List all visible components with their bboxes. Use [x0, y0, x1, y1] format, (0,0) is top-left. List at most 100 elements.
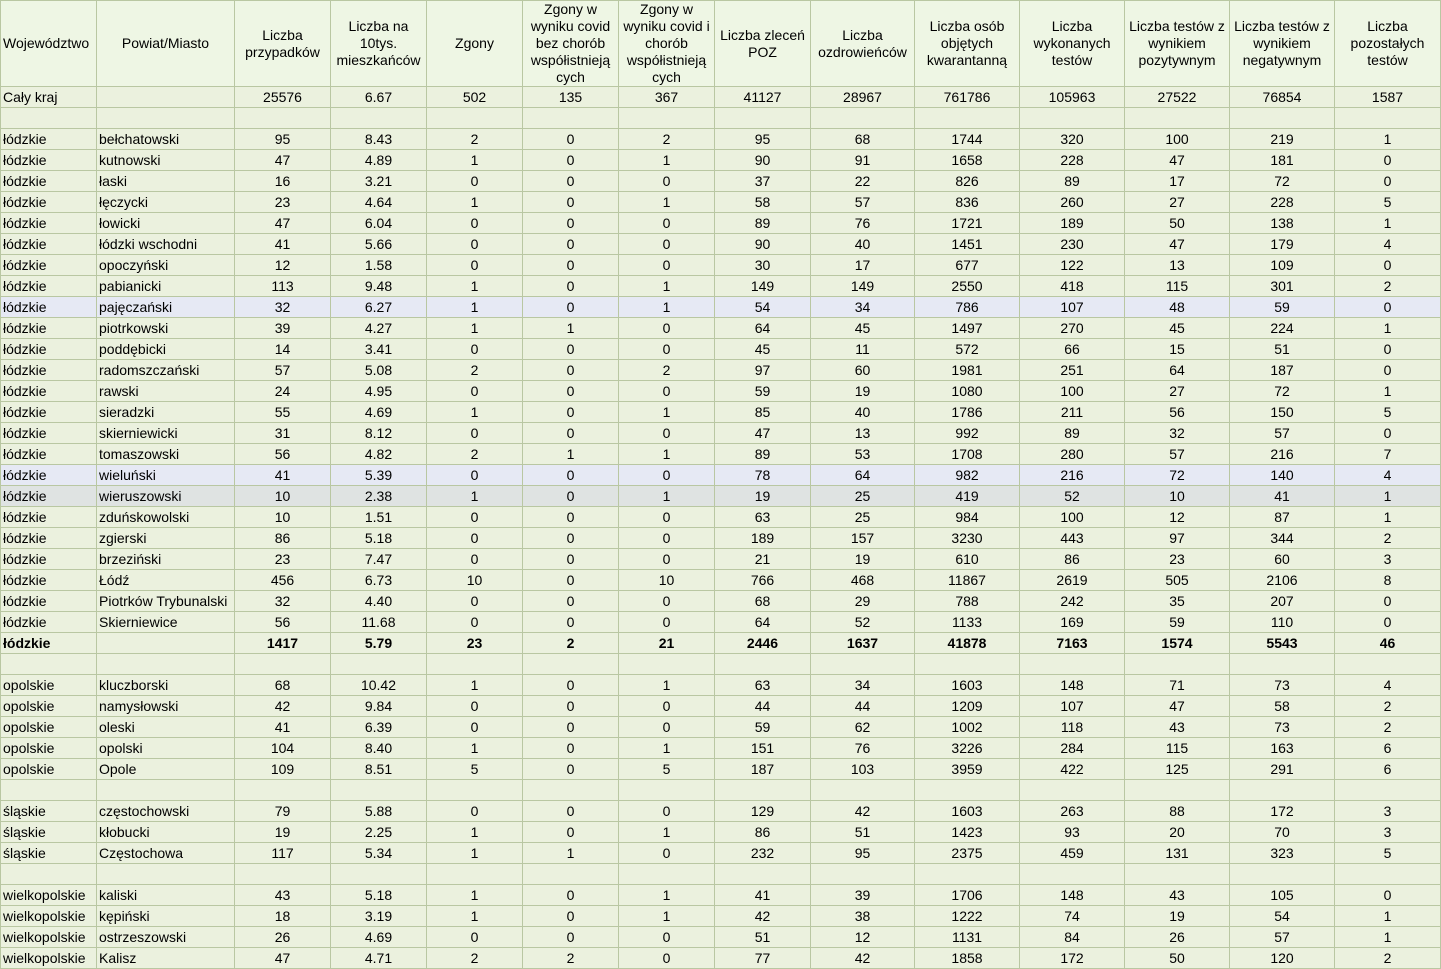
- table-cell[interactable]: 788: [914, 590, 1020, 612]
- table-cell[interactable]: 135: [522, 86, 619, 108]
- table-cell[interactable]: łódzkie: [0, 527, 97, 549]
- table-cell[interactable]: tomaszowski: [96, 443, 235, 465]
- table-cell[interactable]: wielkopolskie: [0, 884, 97, 906]
- table-cell[interactable]: 5: [1334, 191, 1441, 213]
- table-cell[interactable]: 1417: [234, 632, 331, 654]
- table-cell[interactable]: 45: [714, 338, 811, 360]
- table-cell[interactable]: 100: [1124, 128, 1230, 150]
- table-cell[interactable]: łódzkie: [0, 632, 97, 654]
- table-cell[interactable]: 1.51: [330, 506, 427, 528]
- table-cell[interactable]: 43: [1124, 716, 1230, 738]
- table-cell[interactable]: 34: [810, 674, 915, 696]
- table-cell[interactable]: 66: [1019, 338, 1125, 360]
- table-cell[interactable]: [96, 863, 235, 885]
- table-cell[interactable]: 4.40: [330, 590, 427, 612]
- table-cell[interactable]: 76854: [1229, 86, 1335, 108]
- table-cell[interactable]: łódzkie: [0, 401, 97, 423]
- table-cell[interactable]: 786: [914, 296, 1020, 318]
- table-cell[interactable]: 0: [522, 695, 619, 717]
- table-cell[interactable]: łowicki: [96, 212, 235, 234]
- table-cell[interactable]: 118: [1019, 716, 1125, 738]
- table-cell[interactable]: [426, 863, 523, 885]
- table-cell[interactable]: 56: [1124, 401, 1230, 423]
- table-cell[interactable]: 151: [714, 737, 811, 759]
- table-cell[interactable]: wielkopolskie: [0, 947, 97, 969]
- table-cell[interactable]: 0: [522, 233, 619, 255]
- table-cell[interactable]: [1019, 863, 1125, 885]
- table-cell[interactable]: 0: [426, 506, 523, 528]
- table-cell[interactable]: 1: [1334, 506, 1441, 528]
- table-cell[interactable]: 3230: [914, 527, 1020, 549]
- table-cell[interactable]: 0: [522, 926, 619, 948]
- column-header[interactable]: Województwo: [0, 0, 97, 87]
- table-cell[interactable]: 1423: [914, 821, 1020, 843]
- table-cell[interactable]: 1: [618, 443, 715, 465]
- table-cell[interactable]: 27: [1124, 380, 1230, 402]
- table-cell[interactable]: 1: [426, 149, 523, 171]
- table-cell[interactable]: 30: [714, 254, 811, 276]
- table-cell[interactable]: 1: [426, 485, 523, 507]
- table-cell[interactable]: 16: [234, 170, 331, 192]
- table-cell[interactable]: 26: [234, 926, 331, 948]
- table-cell[interactable]: 9.48: [330, 275, 427, 297]
- table-cell[interactable]: 3: [1334, 548, 1441, 570]
- table-cell[interactable]: 42: [810, 947, 915, 969]
- table-cell[interactable]: 219: [1229, 128, 1335, 150]
- table-cell[interactable]: [1229, 863, 1335, 885]
- table-cell[interactable]: 73: [1229, 674, 1335, 696]
- table-cell[interactable]: 50: [1124, 212, 1230, 234]
- table-cell[interactable]: 0: [618, 548, 715, 570]
- table-cell[interactable]: 0: [618, 338, 715, 360]
- table-cell[interactable]: 95: [714, 128, 811, 150]
- table-cell[interactable]: 25: [810, 485, 915, 507]
- table-cell[interactable]: [426, 779, 523, 801]
- table-cell[interactable]: 1658: [914, 149, 1020, 171]
- table-cell[interactable]: 1: [1334, 485, 1441, 507]
- table-cell[interactable]: 0: [426, 212, 523, 234]
- table-cell[interactable]: 45: [1124, 317, 1230, 339]
- table-cell[interactable]: 1: [618, 149, 715, 171]
- table-cell[interactable]: [914, 107, 1020, 129]
- table-cell[interactable]: 104: [234, 737, 331, 759]
- table-cell[interactable]: 72: [1229, 170, 1335, 192]
- table-cell[interactable]: 2: [1334, 275, 1441, 297]
- table-cell[interactable]: 42: [714, 905, 811, 927]
- table-cell[interactable]: 29: [810, 590, 915, 612]
- table-cell[interactable]: 129: [714, 800, 811, 822]
- table-cell[interactable]: 35: [1124, 590, 1230, 612]
- table-cell[interactable]: 4.95: [330, 380, 427, 402]
- column-header[interactable]: Powiat/Miasto: [96, 0, 235, 87]
- table-cell[interactable]: 0: [522, 569, 619, 591]
- table-cell[interactable]: łaski: [96, 170, 235, 192]
- table-cell[interactable]: [1124, 863, 1230, 885]
- table-cell[interactable]: 3.19: [330, 905, 427, 927]
- table-cell[interactable]: 0: [618, 380, 715, 402]
- table-cell[interactable]: 836: [914, 191, 1020, 213]
- table-cell[interactable]: 179: [1229, 233, 1335, 255]
- table-cell[interactable]: 1002: [914, 716, 1020, 738]
- table-cell[interactable]: 20: [1124, 821, 1230, 843]
- table-cell[interactable]: 572: [914, 338, 1020, 360]
- table-cell[interactable]: 58: [1229, 695, 1335, 717]
- table-cell[interactable]: 0: [618, 317, 715, 339]
- table-cell[interactable]: 3: [1334, 821, 1441, 843]
- table-cell[interactable]: [96, 107, 235, 129]
- table-cell[interactable]: 2: [522, 632, 619, 654]
- table-cell[interactable]: 1080: [914, 380, 1020, 402]
- table-cell[interactable]: 19: [810, 380, 915, 402]
- table-cell[interactable]: 148: [1019, 884, 1125, 906]
- table-cell[interactable]: 59: [1229, 296, 1335, 318]
- table-cell[interactable]: 56: [234, 611, 331, 633]
- table-cell[interactable]: 0: [618, 233, 715, 255]
- table-cell[interactable]: 230: [1019, 233, 1125, 255]
- table-cell[interactable]: 0: [618, 506, 715, 528]
- table-cell[interactable]: 610: [914, 548, 1020, 570]
- table-cell[interactable]: 1708: [914, 443, 1020, 465]
- table-cell[interactable]: [330, 653, 427, 675]
- table-cell[interactable]: 3226: [914, 737, 1020, 759]
- table-cell[interactable]: 84: [1019, 926, 1125, 948]
- table-cell[interactable]: 7163: [1019, 632, 1125, 654]
- table-cell[interactable]: 6.04: [330, 212, 427, 234]
- table-cell[interactable]: 1574: [1124, 632, 1230, 654]
- table-cell[interactable]: 42: [810, 800, 915, 822]
